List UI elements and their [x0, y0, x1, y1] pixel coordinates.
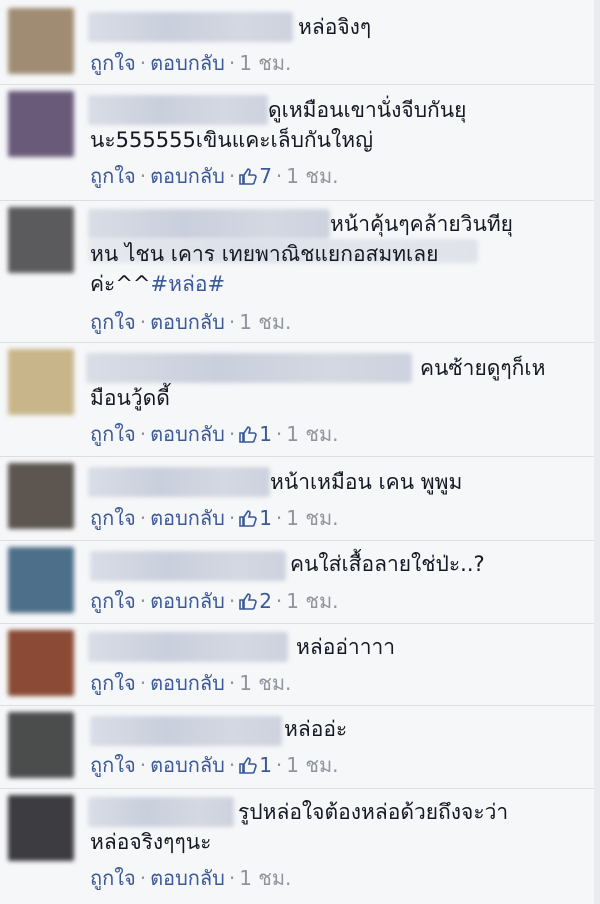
comment-time[interactable]: 1 ชม. — [286, 164, 338, 188]
comment-text: คนใส่เสื้อลายใช่ป่ะ..? — [290, 552, 485, 576]
comment-item: รูปหล่อใจต้องหล่อด้วยถึงจะว่า หล่อจริงๆๆ… — [0, 789, 600, 904]
reply-link[interactable]: ตอบกลับ — [150, 51, 225, 75]
thumbs-up-icon — [239, 510, 257, 527]
avatar[interactable] — [8, 712, 74, 778]
comment-actions: ถูกใจ · ตอบกลับ · 1 · 1 ชม. — [90, 753, 339, 777]
like-link[interactable]: ถูกใจ — [90, 671, 136, 695]
like-link[interactable]: ถูกใจ — [90, 310, 136, 334]
comment-item: คนใส่เสื้อลายใช่ป่ะ..? ถูกใจ · ตอบกลับ · 2 · 1… — [0, 541, 600, 624]
hashtag-link[interactable]: #หล่อ# — [151, 272, 226, 296]
reply-link[interactable]: ตอบกลับ — [150, 422, 225, 446]
like-count[interactable]: 1 — [239, 422, 272, 446]
like-link[interactable]: ถูกใจ — [90, 164, 136, 188]
avatar[interactable] — [8, 463, 74, 529]
reply-link[interactable]: ตอบกลับ — [150, 164, 225, 188]
avatar[interactable] — [8, 349, 74, 415]
comment-time[interactable]: 1 ชม. — [239, 310, 291, 334]
thumbs-up-icon — [239, 593, 257, 610]
reply-link[interactable]: ตอบกลับ — [150, 506, 225, 530]
comment-actions: ถูกใจ · ตอบกลับ · 1 · 1 ชม. — [90, 506, 339, 530]
comment-item: หน้าเหมือน เคน พูพูม ถูกใจ · ตอบกลับ · 1 · 1 ช… — [0, 457, 600, 541]
comment-actions: ถูกใจ · ตอบกลับ · 2 · 1 ชม. — [90, 589, 339, 613]
comment-text: หล่ออ่าาาา — [296, 635, 396, 659]
comment-time[interactable]: 1 ชม. — [239, 51, 291, 75]
comment-text: หล่ออ่ะ — [284, 717, 348, 741]
comment-item: หล่ออ่าาาา ถูกใจ · ตอบกลับ · 1 ชม. — [0, 624, 600, 706]
comment-list: หล่อจิงๆ ถูกใจ · ตอบกลับ · 1 ชม. ดูเหมือนเขา… — [0, 0, 600, 904]
comment-actions: ถูกใจ · ตอบกลับ · 7 · 1 ชม. — [90, 164, 339, 188]
comment-text: คนซ้ายดูๆก็เห มือนวู้ดดี้ — [90, 356, 546, 410]
comment-text: หน้าคุ้นๆคล้ายวินทียุ หน ไชน เคาร เทยพาณ… — [90, 212, 513, 296]
avatar[interactable] — [8, 91, 74, 157]
reply-link[interactable]: ตอบกลับ — [150, 866, 225, 890]
like-link[interactable]: ถูกใจ — [90, 753, 136, 777]
comment-item: หล่อจิงๆ ถูกใจ · ตอบกลับ · 1 ชม. — [0, 0, 600, 85]
comment-text: หน้าเหมือน เคน พูพูม — [270, 470, 463, 494]
like-link[interactable]: ถูกใจ — [90, 866, 136, 890]
reply-link[interactable]: ตอบกลับ — [150, 310, 225, 334]
thumbs-up-icon — [239, 168, 257, 185]
comment-time[interactable]: 1 ชม. — [286, 589, 338, 613]
like-count[interactable]: 1 — [239, 506, 272, 530]
comment-time[interactable]: 1 ชม. — [286, 506, 338, 530]
comment-time[interactable]: 1 ชม. — [239, 671, 291, 695]
comment-time[interactable]: 1 ชม. — [239, 866, 291, 890]
avatar[interactable] — [8, 207, 74, 273]
thumbs-up-icon — [239, 757, 257, 774]
avatar[interactable] — [8, 547, 74, 613]
comment-item: คนซ้ายดูๆก็เห มือนวู้ดดี้ ถูกใจ · ตอบกลับ ·… — [0, 343, 600, 457]
comment-text: รูปหล่อใจต้องหล่อด้วยถึงจะว่า หล่อจริงๆๆ… — [90, 800, 509, 854]
avatar[interactable] — [8, 630, 74, 696]
reply-link[interactable]: ตอบกลับ — [150, 671, 225, 695]
comment-text: หล่อจิงๆ — [298, 15, 372, 39]
avatar[interactable] — [8, 795, 74, 861]
comment-item: หน้าคุ้นๆคล้ายวินทียุ หน ไชน เคาร เทยพาณ… — [0, 201, 600, 343]
comment-item: หล่ออ่ะ ถูกใจ · ตอบกลับ · 1 · 1 ชม. — [0, 706, 600, 789]
comment-actions: ถูกใจ · ตอบกลับ · 1 · 1 ชม. — [90, 422, 339, 446]
reply-link[interactable]: ตอบกลับ — [150, 753, 225, 777]
avatar[interactable] — [8, 8, 74, 74]
comment-text: ดูเหมือนเขานั่งจีบกันยุ นะ555555เขินแคะเ… — [90, 98, 467, 152]
comment-actions: ถูกใจ · ตอบกลับ · 1 ชม. — [90, 51, 292, 75]
like-link[interactable]: ถูกใจ — [90, 589, 136, 613]
comment-time[interactable]: 1 ชม. — [286, 753, 338, 777]
comment-time[interactable]: 1 ชม. — [286, 422, 338, 446]
comment-actions: ถูกใจ · ตอบกลับ · 1 ชม. — [90, 866, 292, 890]
like-count[interactable]: 7 — [239, 164, 272, 188]
like-link[interactable]: ถูกใจ — [90, 51, 136, 75]
right-border — [594, 0, 600, 904]
like-count[interactable]: 2 — [239, 589, 272, 613]
like-link[interactable]: ถูกใจ — [90, 422, 136, 446]
comment-item: ดูเหมือนเขานั่งจีบกันยุ นะ555555เขินแคะเ… — [0, 85, 600, 201]
reply-link[interactable]: ตอบกลับ — [150, 589, 225, 613]
comment-actions: ถูกใจ · ตอบกลับ · 1 ชม. — [90, 671, 292, 695]
comment-actions: ถูกใจ · ตอบกลับ · 1 ชม. — [90, 310, 292, 334]
thumbs-up-icon — [239, 426, 257, 443]
like-count[interactable]: 1 — [239, 753, 272, 777]
like-link[interactable]: ถูกใจ — [90, 506, 136, 530]
